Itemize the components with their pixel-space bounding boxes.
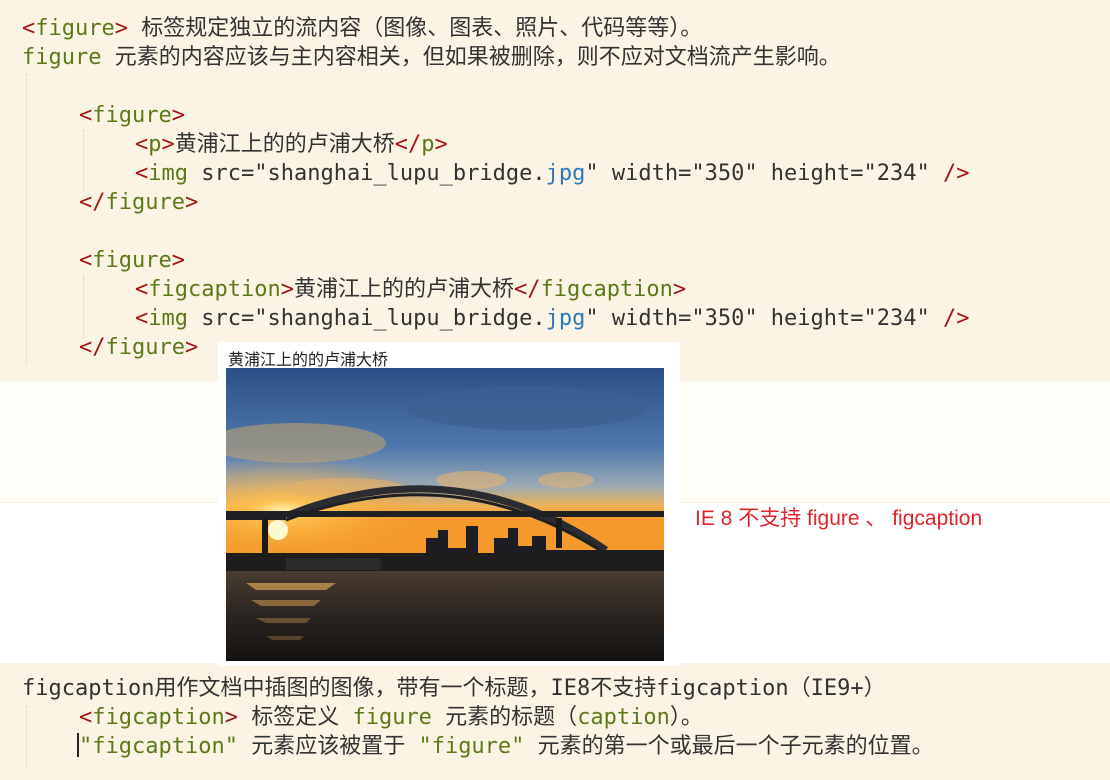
indent-guide: [83, 276, 84, 338]
figcaption-note-1: figcaption用作文档中插图的图像，带有一个标题，IE8不支持figcap…: [22, 676, 886, 701]
code-line: </figure>: [79, 335, 199, 360]
intro-line-2: figure 元素的内容应该与主内容相关，但如果被删除，则不应对文档流产生影响。: [22, 45, 841, 70]
code-line: <figure>: [79, 248, 185, 273]
code-line: <img src="shanghai_lupu_bridge.jpg" widt…: [135, 161, 970, 186]
ie-support-note: IE 8 不支持 figure 、 figcaption: [695, 507, 983, 530]
code-line: <figcaption>黄浦江上的的卢浦大桥</figcaption>: [135, 277, 687, 302]
demo-figure: 黄浦江上的的卢浦大桥: [218, 342, 680, 666]
figcaption-note-2: <figcaption> 标签定义 figure 元素的标题（caption）。: [79, 705, 703, 730]
code-line: <figure>: [79, 103, 185, 128]
indent-guide: [26, 74, 27, 364]
figcaption-note-3: "figcaption" 元素应该被置于 "figure" 元素的第一个或最后一…: [77, 733, 934, 759]
demo-figcaption: 黄浦江上的的卢浦大桥: [228, 350, 389, 369]
bridge-photo: [226, 368, 664, 661]
intro-line-1: <figure> 标签规定独立的流内容（图像、图表、照片、代码等等）。: [22, 16, 703, 41]
indent-guide: [83, 130, 84, 192]
code-line: <p>黄浦江上的的卢浦大桥</p>: [135, 132, 448, 157]
indent-guide: [26, 706, 27, 768]
code-line: </figure>: [79, 190, 199, 215]
code-line: <img src="shanghai_lupu_bridge.jpg" widt…: [135, 306, 970, 331]
